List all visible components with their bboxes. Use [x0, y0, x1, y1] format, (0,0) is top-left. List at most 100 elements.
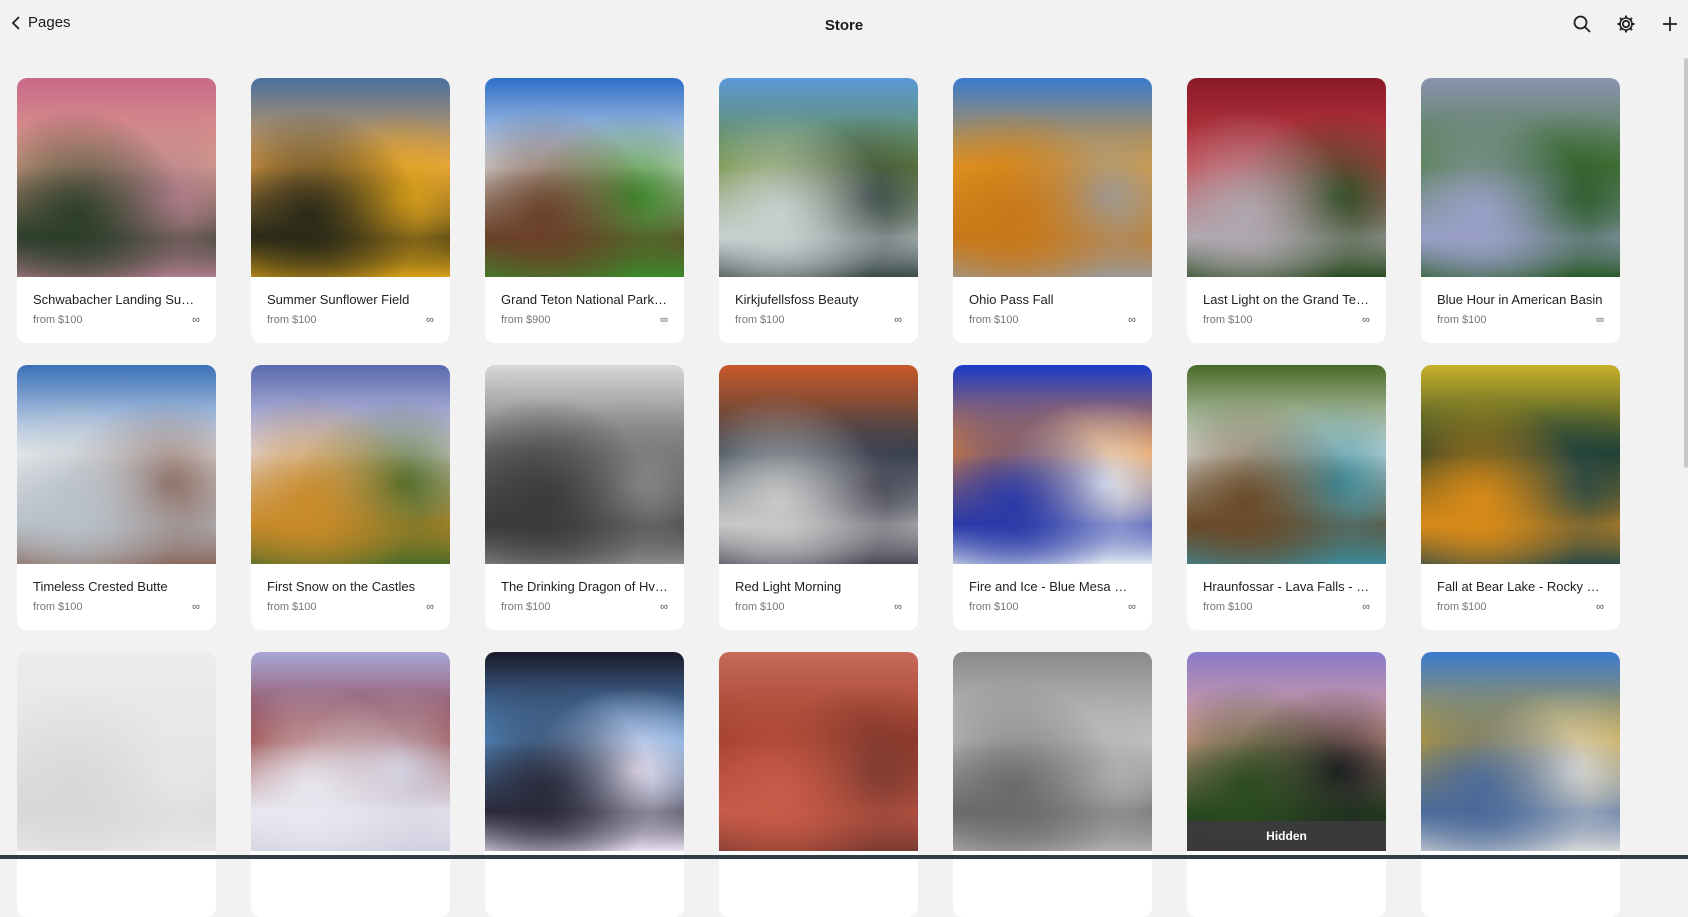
stock-infinity-icon: ∞: [192, 601, 200, 613]
product-info: Fall at Bear Lake - Rocky M... from $100∞: [1421, 564, 1620, 613]
bottom-border: [0, 855, 1688, 859]
product-image[interactable]: [719, 78, 918, 277]
product-meta: from $100 ∞: [735, 314, 902, 326]
product-image[interactable]: [953, 365, 1152, 564]
product-meta: from $100∞: [1203, 314, 1370, 326]
product-image[interactable]: [485, 365, 684, 564]
product-price: from $100: [33, 601, 83, 613]
product-meta: from $100∞: [267, 314, 434, 326]
product-card[interactable]: [953, 652, 1152, 917]
product-card[interactable]: [17, 652, 216, 917]
product-image[interactable]: [1187, 78, 1386, 277]
product-price: from $100: [1203, 314, 1253, 326]
product-name[interactable]: Summer Sunflower Field: [267, 292, 434, 307]
product-info: Red Light Morning from $100∞: [719, 564, 918, 613]
hidden-status-badge: Hidden: [1187, 821, 1386, 851]
product-price: from $900: [501, 314, 551, 326]
scrollbar[interactable]: [1684, 58, 1688, 468]
product-name[interactable]: Grand Teton National Park ...: [501, 292, 668, 307]
product-name[interactable]: Hraunfossar - Lava Falls - Ic...: [1203, 579, 1370, 594]
product-meta: from $100 ∞: [267, 601, 434, 613]
product-name[interactable]: Last Light on the Grand Teton: [1203, 292, 1370, 307]
product-price: from $100: [267, 601, 317, 613]
product-info: Summer Sunflower Field from $100∞: [251, 277, 450, 326]
stock-infinity-icon: ∞: [894, 601, 902, 613]
product-image[interactable]: [1421, 365, 1620, 564]
product-info: Blue Hour in American Basin from $100∞: [1421, 277, 1620, 326]
product-info: Schwabacher Landing Sunr... from $100 ∞: [17, 277, 216, 326]
product-card[interactable]: Grand Teton National Park ... from $900∞: [485, 78, 684, 343]
product-info: Ohio Pass Fall from $100∞: [953, 277, 1152, 326]
product-card[interactable]: Ohio Pass Fall from $100∞: [953, 78, 1152, 343]
product-meta: from $900∞: [501, 314, 668, 326]
product-card[interactable]: [719, 652, 918, 917]
product-card[interactable]: Summer Sunflower Field from $100∞: [251, 78, 450, 343]
product-card[interactable]: [1421, 652, 1620, 917]
product-card[interactable]: Hraunfossar - Lava Falls - Ic... from $10…: [1187, 365, 1386, 630]
product-meta: from $100∞: [501, 601, 668, 613]
product-info: Fire and Ice - Blue Mesa Re...from $100∞: [953, 564, 1152, 613]
product-image[interactable]: [251, 365, 450, 564]
product-meta: from $100∞: [735, 601, 902, 613]
product-card[interactable]: Fire and Ice - Blue Mesa Re...from $100∞: [953, 365, 1152, 630]
gear-icon[interactable]: [1616, 12, 1636, 36]
product-name[interactable]: First Snow on the Castles: [267, 579, 434, 594]
product-meta: from $100∞: [1437, 601, 1604, 613]
product-price: from $100: [969, 314, 1019, 326]
product-card[interactable]: Timeless Crested Butte from $100 ∞: [17, 365, 216, 630]
product-image[interactable]: [1187, 365, 1386, 564]
product-card[interactable]: Blue Hour in American Basin from $100∞: [1421, 78, 1620, 343]
stock-infinity-icon: ∞: [1596, 601, 1604, 613]
plus-icon[interactable]: [1660, 12, 1680, 36]
product-image[interactable]: [17, 78, 216, 277]
product-image[interactable]: [251, 652, 450, 851]
product-price: from $100: [1203, 601, 1253, 613]
product-name[interactable]: Blue Hour in American Basin: [1437, 292, 1604, 307]
product-card[interactable]: First Snow on the Castles from $100 ∞: [251, 365, 450, 630]
stock-infinity-icon: ∞: [1128, 601, 1136, 613]
product-card[interactable]: [251, 652, 450, 917]
product-image[interactable]: [17, 365, 216, 564]
product-price: from $100: [735, 314, 785, 326]
product-image[interactable]: [719, 652, 918, 851]
product-price: from $100: [33, 314, 83, 326]
product-image[interactable]: [953, 78, 1152, 277]
product-meta: from $100 ∞: [33, 314, 200, 326]
product-name[interactable]: Ohio Pass Fall: [969, 292, 1136, 307]
product-name[interactable]: The Drinking Dragon of Hvít...: [501, 579, 668, 594]
search-icon[interactable]: [1572, 12, 1592, 36]
product-card[interactable]: Kirkjufellsfoss Beauty from $100 ∞: [719, 78, 918, 343]
stock-infinity-icon: ∞: [426, 314, 434, 326]
product-image[interactable]: [1421, 78, 1620, 277]
product-image[interactable]: [485, 652, 684, 851]
product-name[interactable]: Kirkjufellsfoss Beauty: [735, 292, 902, 307]
product-image[interactable]: [1421, 652, 1620, 851]
product-card[interactable]: [485, 652, 684, 917]
product-card[interactable]: Schwabacher Landing Sunr... from $100 ∞: [17, 78, 216, 343]
product-name[interactable]: Red Light Morning: [735, 579, 902, 594]
product-image[interactable]: [17, 652, 216, 851]
product-image[interactable]: Hidden: [1187, 652, 1386, 851]
product-image[interactable]: [251, 78, 450, 277]
product-name[interactable]: Timeless Crested Butte: [33, 579, 200, 594]
product-image[interactable]: [719, 365, 918, 564]
product-meta: from $100∞: [1437, 314, 1604, 326]
product-grid: Schwabacher Landing Sunr...from $100∞Sum…: [17, 78, 1620, 917]
header-actions: [1572, 12, 1680, 36]
product-image[interactable]: [953, 652, 1152, 851]
product-card[interactable]: The Drinking Dragon of Hvít... from $100∞: [485, 365, 684, 630]
product-name[interactable]: Fall at Bear Lake - Rocky M...: [1437, 579, 1604, 594]
product-image[interactable]: [485, 78, 684, 277]
product-card[interactable]: Hidden: [1187, 652, 1386, 917]
stock-infinity-icon: ∞: [192, 314, 200, 326]
product-card[interactable]: Last Light on the Grand Teton from $100∞: [1187, 78, 1386, 343]
product-card[interactable]: Red Light Morning from $100∞: [719, 365, 918, 630]
product-meta: from $100∞: [969, 314, 1136, 326]
product-card[interactable]: Fall at Bear Lake - Rocky M... from $100∞: [1421, 365, 1620, 630]
stock-infinity-icon: ∞: [894, 314, 902, 326]
product-name[interactable]: Schwabacher Landing Sunr...: [33, 292, 200, 307]
product-info: The Drinking Dragon of Hvít... from $100∞: [485, 564, 684, 613]
stock-infinity-icon: ∞: [426, 601, 434, 613]
product-price: from $100: [501, 601, 551, 613]
product-name[interactable]: Fire and Ice - Blue Mesa Re...: [969, 579, 1136, 594]
